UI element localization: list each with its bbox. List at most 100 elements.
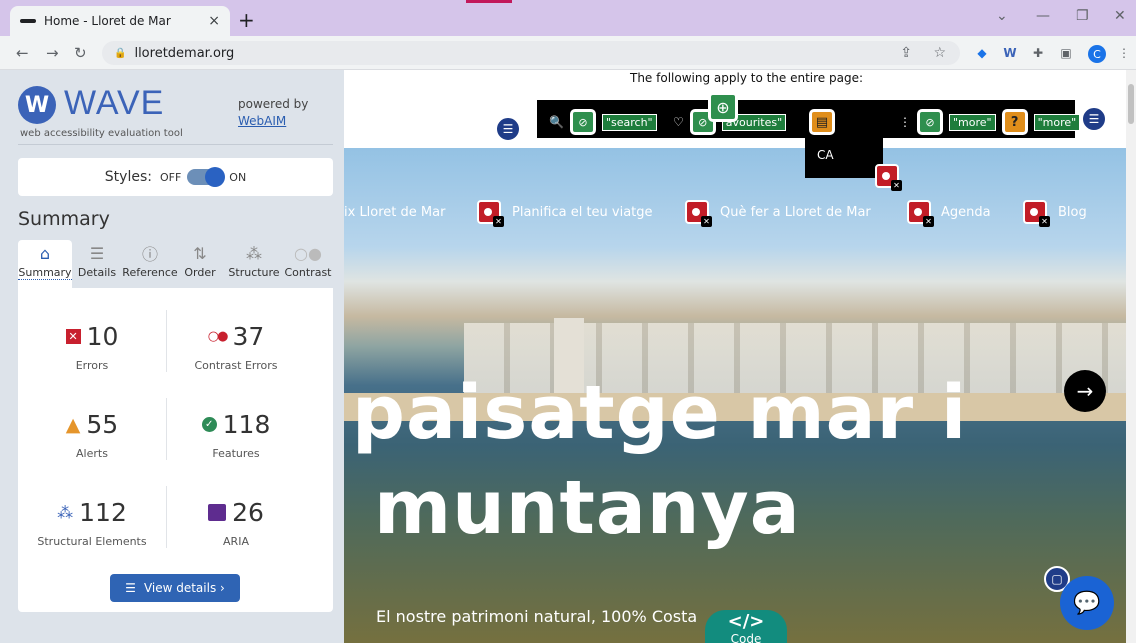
language-item[interactable]: ▤ [809, 109, 835, 135]
share-icon[interactable]: ⇪ [900, 45, 912, 61]
extension-icon[interactable]: ◆ [974, 45, 990, 61]
wave-error-icon[interactable]: ✕ [477, 200, 504, 227]
code-toggle-button[interactable]: </> Code [705, 610, 787, 643]
language-option[interactable]: CA [817, 148, 834, 162]
url-field[interactable]: 🔒 lloretdemar.org ⇪ ☆ [102, 41, 960, 65]
maximize-button[interactable]: ❐ [1076, 8, 1089, 24]
nav-item-blog[interactable]: Blog [1058, 205, 1087, 220]
tab-label: Details [77, 266, 117, 279]
styles-label: Styles: [104, 169, 152, 185]
wave-error-icon[interactable]: ✕ [685, 200, 712, 227]
tab-label: Contrast [284, 266, 332, 279]
wave-sidebar: W WAVE web accessibility evaluation tool… [0, 70, 344, 643]
tab-label: Summary [18, 266, 72, 280]
contrast-error-icon: ○● [207, 329, 229, 344]
alerts-count: 55 [86, 410, 119, 439]
contrast-icon: ○● [294, 243, 322, 263]
wave-error-icon[interactable]: ✕ [1023, 200, 1050, 227]
page-scrollbar[interactable] [1126, 70, 1136, 643]
reload-icon[interactable]: ↻ [74, 44, 87, 62]
summary-panel: ✕ 10 Errors ○● 37 Contrast Errors ▲ 55 Aler… [18, 288, 333, 612]
globe-icon[interactable]: ⊕ [708, 92, 738, 122]
powered-by: powered by WebAIM [238, 96, 308, 130]
wave-error-link-icon[interactable]: ✕ [875, 164, 902, 191]
tab-summary[interactable]: ⌂ Summary [18, 240, 72, 288]
nav-item-que-fer[interactable]: Què fer a Lloret de Mar [720, 205, 871, 220]
wave-link-icon[interactable]: ⊘ [917, 109, 943, 135]
home-icon: ⌂ [39, 243, 51, 263]
url-text: lloretdemar.org [134, 45, 235, 61]
new-tab-button[interactable]: + [238, 8, 255, 32]
sidepanel-icon[interactable]: ▣ [1058, 45, 1074, 61]
stat-features[interactable]: ✓ 118 Features [166, 410, 306, 460]
list-icon: ☰ [89, 243, 105, 263]
stat-structural[interactable]: ⁂ 112 Structural Elements [18, 498, 166, 548]
view-details-label: View details › [143, 581, 225, 595]
more-tag: "more" [949, 113, 996, 131]
wave-link-icon[interactable]: ⊘ [569, 109, 596, 135]
close-window-button[interactable]: ✕ [1114, 8, 1126, 24]
stat-errors[interactable]: ✕ 10 Errors [18, 322, 166, 372]
styles-off-label: OFF [159, 170, 182, 184]
nav-item-planifica[interactable]: Planifica el teu viatge [512, 205, 653, 220]
apply-notice: The following apply to the entire page: [630, 71, 864, 85]
puzzle-icon[interactable]: ✚ [1030, 45, 1046, 61]
minimize-button[interactable]: — [1036, 8, 1050, 24]
more-item-1[interactable]: ⋮ ⊘ "more" ? "more" [899, 109, 1081, 135]
wave-error-icon[interactable]: ✕ [907, 200, 934, 227]
styles-on-label: ON [229, 170, 247, 184]
search-tag: "search" [601, 113, 657, 131]
profile-avatar[interactable]: C [1088, 45, 1106, 63]
nav-item-agenda[interactable]: Agenda [941, 205, 991, 220]
powered-by-text: powered by [238, 97, 309, 111]
wave-question-alert-icon[interactable]: ? [1001, 109, 1028, 135]
stat-aria[interactable]: 26 ARIA [166, 498, 306, 548]
summary-heading: Summary [18, 208, 110, 230]
browser-tab[interactable]: Home - Lloret de Mar × [10, 6, 230, 36]
wave-structure-list-icon[interactable]: ☰ [1081, 106, 1107, 132]
view-details-button[interactable]: ☰ View details › [110, 574, 240, 602]
tab-close-icon[interactable]: × [208, 13, 220, 29]
stat-contrast[interactable]: ○● 37 Contrast Errors [166, 322, 306, 372]
wave-header: W WAVE web accessibility evaluation tool… [0, 70, 344, 148]
features-count: 118 [222, 410, 271, 439]
styles-toggle[interactable] [187, 167, 226, 187]
tab-details[interactable]: ☰ Details [76, 240, 118, 288]
browser-tabbar: Home - Lloret de Mar × + ⌄ — ❐ ✕ [0, 0, 1136, 36]
carousel-next-button[interactable]: → [1064, 370, 1106, 412]
stat-alerts[interactable]: ▲ 55 Alerts [18, 410, 166, 460]
errors-count: 10 [86, 322, 119, 351]
wave-logo-icon: W [18, 86, 56, 124]
address-bar: ← → ↻ 🔒 lloretdemar.org ⇪ ☆ ◆ W ✚ ▣ C ⋮ [0, 36, 1136, 70]
lock-icon: 🔒 [114, 47, 127, 59]
kebab-icon: ⋮ [899, 115, 911, 129]
tab-reference[interactable]: ⓘ Reference [122, 240, 178, 288]
tab-structure[interactable]: ⁂ Structure [228, 240, 280, 288]
wave-extension-icon[interactable]: W [1002, 45, 1018, 61]
search-icon: 🔍 [549, 115, 564, 129]
aria-cube-icon [208, 504, 227, 521]
contrast-count: 37 [232, 322, 265, 351]
bookmark-star-icon[interactable]: ☆ [933, 45, 946, 61]
web-page: The following apply to the entire page: … [344, 70, 1136, 643]
tab-order[interactable]: ⇅ Order [182, 240, 218, 288]
language-dropdown[interactable]: CA [805, 138, 883, 178]
wave-structure-list-icon[interactable]: ☰ [495, 116, 521, 142]
tab-search-icon[interactable]: ⌄ [996, 8, 1008, 24]
more-tag: "more" [1033, 113, 1081, 131]
header-divider [18, 144, 333, 145]
wave-tabs: ⌂ Summary ☰ Details ⓘ Reference ⇅ Order … [18, 240, 333, 288]
info-icon: ⓘ [141, 245, 158, 264]
forward-icon[interactable]: → [46, 44, 59, 62]
nav-item-descobreix[interactable]: ix Lloret de Mar [344, 205, 445, 220]
wave-select-alert-icon[interactable]: ▤ [809, 109, 835, 135]
back-icon[interactable]: ← [16, 44, 29, 62]
tab-contrast[interactable]: ○● Contrast [284, 240, 332, 288]
feature-check-icon: ✓ [201, 417, 217, 432]
search-item[interactable]: 🔍 ⊘ "search" [549, 109, 657, 135]
contrast-label: Contrast Errors [194, 359, 278, 372]
tab-label: Reference [122, 266, 178, 279]
menu-kebab-icon[interactable]: ⋮ [1116, 45, 1132, 61]
chat-button[interactable]: 💬 [1060, 576, 1114, 630]
webaim-link[interactable]: WebAIM [238, 114, 286, 128]
